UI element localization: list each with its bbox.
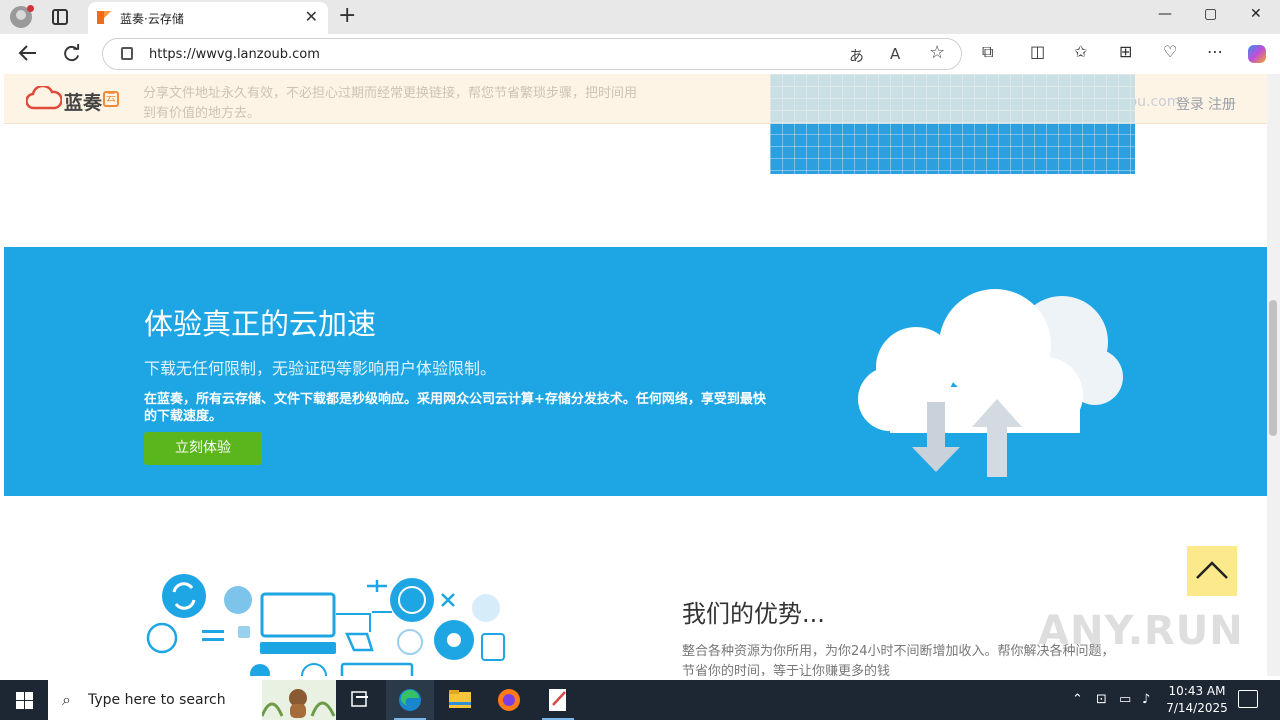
minimize-button[interactable]: — [1158,6,1172,22]
lanzou-favicon-icon [97,11,111,24]
banner-overlap-fade [770,74,1135,124]
login-link[interactable]: 登录 [1176,94,1204,114]
feature-banner-image [770,74,1135,174]
split-screen-icon[interactable]: ◫ [1030,42,1045,61]
windows-start-icon[interactable] [16,692,33,709]
tech-services-illustration-icon [146,574,505,676]
page-viewport: 蓝奏 云 分享文件地址永久有效，不必担心过期而经常更换链接，帮您节省繁琐步骤，把… [4,74,1267,676]
tray-network-drive-icon[interactable]: ⊡ [1096,692,1107,707]
logo-badge: 云 [103,91,119,107]
register-link[interactable]: 注册 [1208,94,1236,114]
more-icon[interactable]: ⋯ [1207,42,1223,61]
tab-actions-icon[interactable] [52,9,68,25]
task-view-icon[interactable] [336,680,384,720]
page-scrollbar[interactable] [1267,74,1280,676]
translate-icon[interactable]: あ [849,45,864,66]
tray-network-icon[interactable]: ▭ [1119,692,1131,707]
refresh-icon[interactable] [62,44,81,63]
site-logo-text[interactable]: 蓝奏 [64,88,102,115]
new-tab-button[interactable]: + [338,3,356,28]
tray-volume-icon[interactable]: ♪ [1142,692,1150,707]
browser-essentials-icon[interactable]: ♡ [1163,42,1177,61]
clock-time: 10:43 AM [1168,684,1226,698]
close-window-button[interactable]: ✕ [1250,6,1262,22]
url-text[interactable]: https://wwvg.lanzoub.com [149,47,320,62]
tab-close-icon[interactable]: ✕ [305,7,318,26]
restore-button[interactable]: ▢ [1204,6,1217,22]
favorites-icon[interactable]: ✩ [1074,42,1087,61]
tab-active[interactable]: 蓝奏·云存储 ✕ [88,2,328,34]
firefox-icon[interactable] [485,680,533,720]
notification-center-icon[interactable] [1238,690,1258,708]
speed-section: 体验真正的云加速 下载无任何限制，无验证码等影响用户体验限制。 在蓝奏，所有云存… [4,247,1267,496]
cloud-transfer-icon [858,289,1123,477]
advantages-title: 我们的优势... [682,600,825,628]
tray-chevron-up-icon[interactable]: ⌃ [1072,692,1083,707]
lanzou-cloud-logo-icon [26,86,62,110]
tab-title: 蓝奏·云存储 [120,12,184,26]
edge-icon[interactable] [386,680,434,720]
chevron-up-icon [1196,561,1228,579]
notepad-icon[interactable] [534,680,582,720]
back-to-top-button[interactable] [1187,546,1237,596]
speed-body: 在蓝奏，所有云存储、文件下载都是秒级响应。采用网众公司云计算+存储分发技术。任何… [144,392,766,424]
search-icon: ⌕ [62,690,71,709]
extensions-icon[interactable]: ⧉ [982,42,993,62]
scrollbar-thumb[interactable] [1269,300,1277,436]
taskbar-search-placeholder[interactable]: Type here to search [88,692,226,708]
address-toolbar: https://wwvg.lanzoub.com あ A ☆ ⧉ ◫ ✩ ⊞ ♡… [0,34,1280,74]
tab-bar: 蓝奏·云存储 ✕ + — ▢ ✕ [0,0,1280,34]
speed-subtitle: 下载无任何限制，无验证码等影响用户体验限制。 [144,359,497,378]
clock-date: 7/14/2025 [1166,701,1228,715]
copilot-icon[interactable] [1246,43,1268,65]
taskbar-clock[interactable]: 10:43 AM 7/14/2025 [1166,683,1228,717]
try-now-button[interactable]: 立刻体验 [144,432,262,465]
url-input[interactable]: https://wwvg.lanzoub.com あ A ☆ [102,38,962,70]
windows-taskbar: ⌕ Type here to search ⌃ ⊡ ▭ ♪ 10:43 AM 7… [0,680,1280,720]
profile-notification-dot [27,5,34,12]
header-description: 分享文件地址永久有效，不必担心过期而经常更换链接，帮您节省繁琐步骤，把时间用到有… [143,86,638,121]
read-aloud-icon[interactable]: A [890,45,900,63]
speed-title: 体验真正的云加速 [144,307,377,341]
lock-icon[interactable] [121,47,133,60]
search-highlight-art-icon [262,680,336,720]
taskbar-search-box[interactable]: ⌕ Type here to search [48,680,336,720]
favorite-star-icon[interactable]: ☆ [929,42,945,63]
back-arrow-icon[interactable] [18,44,38,62]
file-explorer-icon[interactable] [436,680,484,720]
collections-icon[interactable]: ⊞ [1119,42,1132,61]
anyrun-watermark: ANY.RUN [1038,608,1244,654]
